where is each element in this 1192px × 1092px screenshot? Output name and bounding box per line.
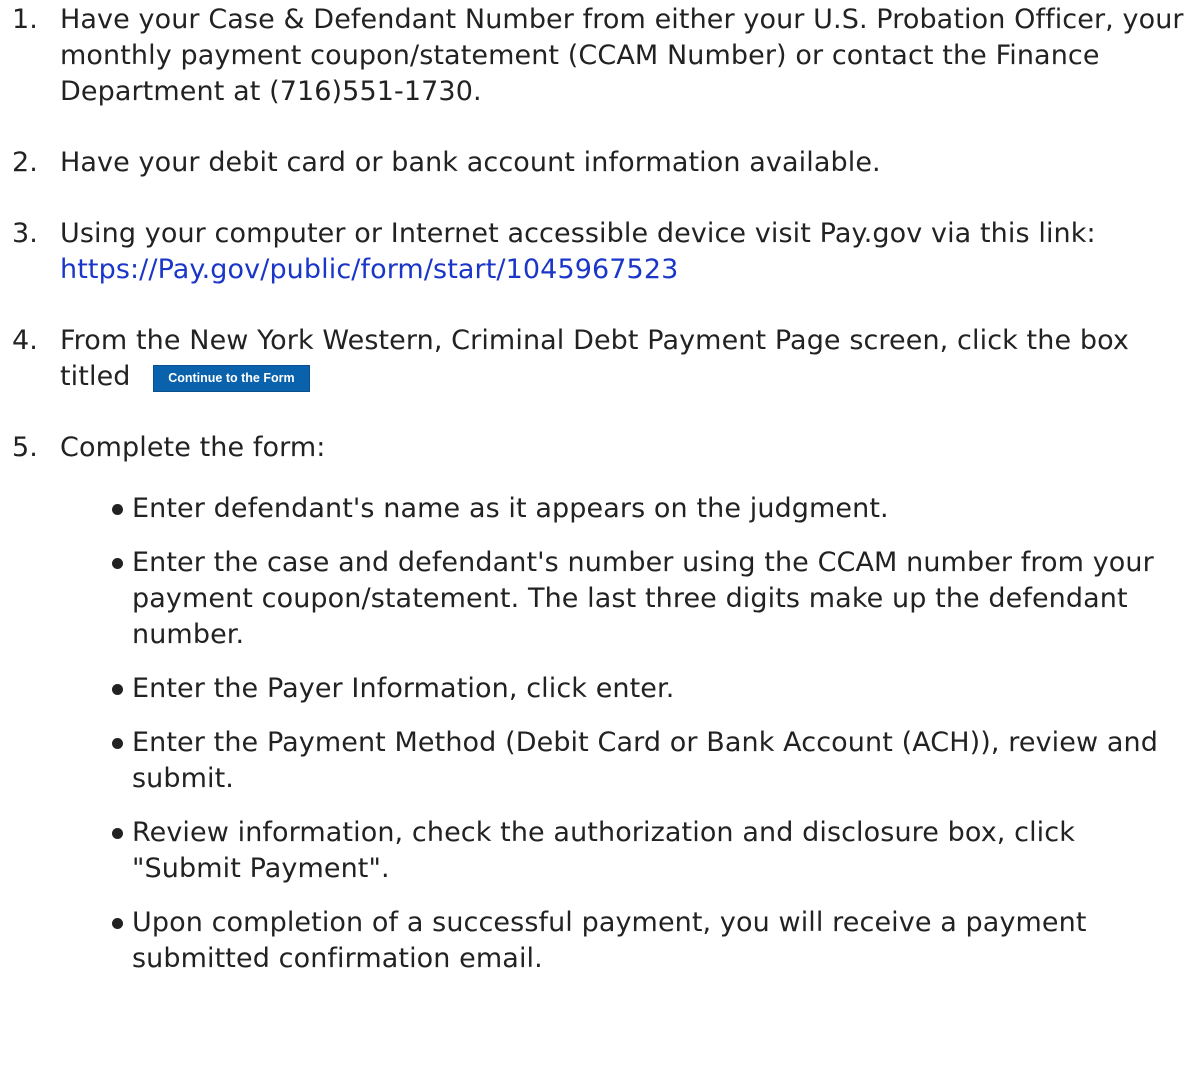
step-text: Complete the form: [60, 432, 326, 463]
bullet-icon [112, 828, 123, 839]
list-item: Review information, check the authorizat… [60, 815, 1184, 887]
bullet-icon [112, 738, 123, 749]
list-item: Enter the Payer Information, click enter… [60, 671, 1184, 707]
form-steps-list: Enter defendant's name as it appears on … [60, 491, 1184, 977]
step-2: 2. Have your debit card or bank account … [0, 145, 1192, 181]
list-item-text: Review information, check the authorizat… [132, 817, 1075, 884]
list-item: Upon completion of a successful payment,… [60, 905, 1184, 977]
list-item: Enter the Payment Method (Debit Card or … [60, 725, 1184, 797]
list-item: Enter defendant's name as it appears on … [60, 491, 1184, 527]
step-number: 4. [12, 325, 38, 356]
list-item-text: Enter the case and defendant's number us… [132, 547, 1154, 650]
pay-gov-link[interactable]: https://Pay.gov/public/form/start/104596… [60, 254, 678, 285]
step-number: 1. [12, 4, 38, 35]
list-item-text: Upon completion of a successful payment,… [132, 907, 1087, 974]
list-item-text: Enter defendant's name as it appears on … [132, 493, 889, 524]
list-item-text: Enter the Payer Information, click enter… [132, 673, 675, 704]
bullet-icon [112, 504, 123, 515]
step-number: 3. [12, 218, 38, 249]
instructions-page: 1. Have your Case & Defendant Number fro… [0, 0, 1192, 1092]
list-item-text: Enter the Payment Method (Debit Card or … [132, 727, 1158, 794]
step-4: 4. From the New York Western, Criminal D… [0, 323, 1192, 395]
bullet-icon [112, 918, 123, 929]
step-number: 5. [12, 432, 38, 463]
step-text: Have your Case & Defendant Number from e… [60, 4, 1184, 107]
step-text: Have your debit card or bank account inf… [60, 147, 881, 178]
bullet-icon [112, 684, 123, 695]
continue-to-form-button[interactable]: Continue to the Form [153, 365, 310, 392]
step-number: 2. [12, 147, 38, 178]
step-text: Using your computer or Internet accessib… [60, 218, 1096, 249]
bullet-icon [112, 558, 123, 569]
list-item: Enter the case and defendant's number us… [60, 545, 1184, 653]
step-5: 5. Complete the form: Enter defendant's … [0, 430, 1192, 977]
step-1: 1. Have your Case & Defendant Number fro… [0, 2, 1192, 110]
step-3: 3. Using your computer or Internet acces… [0, 216, 1192, 288]
